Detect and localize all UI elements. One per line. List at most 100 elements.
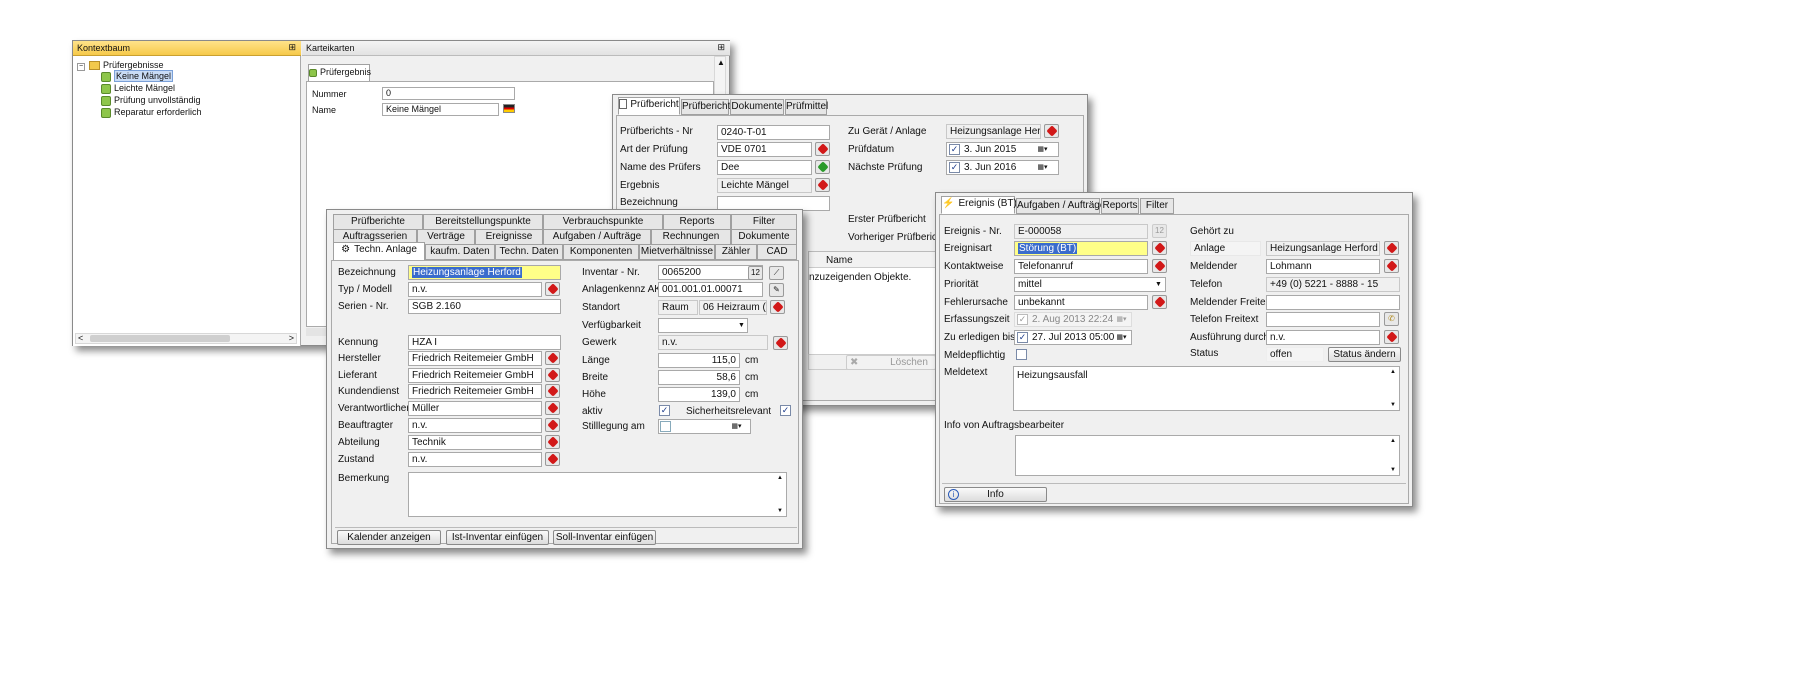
- info-textarea[interactable]: ▲ ▼: [1015, 435, 1400, 476]
- pruefberichts-nr-field[interactable]: 0240-T-01: [717, 125, 830, 140]
- tab-aufgaben-auftraege[interactable]: Aufgaben / Aufträge: [543, 229, 651, 245]
- link-icon[interactable]: [1152, 295, 1167, 309]
- link-icon[interactable]: [1044, 124, 1059, 138]
- ist-inventar-button[interactable]: Ist-Inventar einfügen: [446, 530, 549, 545]
- soll-inventar-button[interactable]: Soll-Inventar einfügen: [553, 530, 656, 545]
- scroll-up-icon[interactable]: ▲: [717, 58, 725, 67]
- serien-nr-field[interactable]: SGB 2.160: [408, 299, 561, 314]
- art-field[interactable]: VDE 0701: [717, 142, 812, 157]
- beauftragter-field[interactable]: n.v.: [408, 418, 542, 433]
- tab-pruefergebnis[interactable]: Prüfergebnis: [308, 64, 371, 82]
- tab-bereitstellungspunkte[interactable]: Bereitstellungspunkte: [423, 214, 543, 230]
- link-icon[interactable]: [773, 336, 788, 350]
- number-icon[interactable]: 12: [748, 266, 763, 280]
- telefon-field[interactable]: +49 (0) 5221 - 8888 - 15: [1266, 277, 1400, 292]
- lieferant-field[interactable]: Friedrich Reitemeier GmbH: [408, 368, 542, 383]
- meldender-field[interactable]: Lohmann: [1266, 259, 1380, 274]
- link-icon[interactable]: [545, 384, 560, 398]
- zu-erledigen-checkbox[interactable]: ✓: [1017, 332, 1028, 343]
- name-field[interactable]: Keine Mängel: [382, 103, 499, 116]
- chevron-down-icon[interactable]: ▼: [736, 319, 747, 332]
- pin-icon[interactable]: ⊞: [717, 42, 725, 53]
- edit-icon[interactable]: ✎: [769, 283, 784, 297]
- standort-field[interactable]: 06 Heizraum (Heiz: [699, 300, 767, 315]
- aktiv-checkbox[interactable]: ✓: [659, 405, 670, 416]
- tab-aufgaben-auftraege[interactable]: Aufgaben / Aufträge: [1016, 198, 1105, 214]
- link-icon[interactable]: [1384, 241, 1399, 255]
- status-aendern-button[interactable]: Status ändern: [1328, 347, 1401, 362]
- tree-collapse-icon[interactable]: −: [77, 63, 85, 71]
- laenge-field[interactable]: 115,0: [658, 353, 740, 368]
- tree-item[interactable]: Leichte Mängel: [101, 83, 175, 94]
- grid-column-name[interactable]: Name: [826, 255, 853, 266]
- link-icon[interactable]: [1152, 241, 1167, 255]
- gewerk-field[interactable]: n.v.: [658, 335, 768, 350]
- calendar-dropdown-icon[interactable]: ▦▾: [731, 420, 742, 433]
- tab-reports[interactable]: Reports: [1101, 198, 1139, 214]
- link-icon[interactable]: [545, 368, 560, 382]
- scroll-right-icon[interactable]: >: [289, 333, 294, 343]
- scroll-down-icon[interactable]: ▼: [1390, 402, 1396, 408]
- hoehe-field[interactable]: 139,0: [658, 387, 740, 402]
- tab-dokumente[interactable]: Dokumente: [731, 229, 797, 245]
- link-icon[interactable]: [545, 351, 560, 365]
- tab-komponenten[interactable]: Komponenten: [563, 244, 639, 260]
- stilllegung-checkbox[interactable]: [660, 421, 671, 432]
- kundendienst-field[interactable]: Friedrich Reitemeier GmbH: [408, 384, 542, 399]
- tab-techn-daten[interactable]: Techn. Daten: [495, 244, 563, 260]
- meldender-freitext-field[interactable]: [1266, 295, 1400, 310]
- tree-horizontal-scrollbar[interactable]: < >: [75, 333, 297, 344]
- tab-rechnungen[interactable]: Rechnungen: [651, 229, 731, 245]
- meldepflichtig-checkbox[interactable]: [1016, 349, 1027, 360]
- pruefer-field[interactable]: Dee: [717, 160, 812, 175]
- kalender-button[interactable]: Kalender anzeigen: [337, 530, 441, 545]
- tab-pruefmittel[interactable]: Prüfmittel: [785, 99, 828, 115]
- scroll-up-icon[interactable]: ▲: [777, 475, 783, 481]
- tab-mietverhaeltnisse[interactable]: Mietverhältnisse: [639, 244, 715, 260]
- tree-item[interactable]: Reparatur erforderlich: [101, 107, 202, 118]
- geraet-field[interactable]: Heizungsanlage Herford: [946, 124, 1041, 139]
- tree-item[interactable]: Keine Mängel: [101, 70, 174, 82]
- link-icon[interactable]: [545, 452, 560, 466]
- tab-reports[interactable]: Reports: [663, 214, 731, 230]
- zustand-field[interactable]: n.v.: [408, 452, 542, 467]
- sicherheitsrelevant-checkbox[interactable]: ✓: [780, 405, 791, 416]
- tab-zaehler[interactable]: Zähler: [715, 244, 757, 260]
- link-icon[interactable]: [1152, 259, 1167, 273]
- link-icon[interactable]: [545, 418, 560, 432]
- scroll-thumb[interactable]: [90, 335, 230, 342]
- calendar-dropdown-icon[interactable]: ▦▾: [1037, 143, 1048, 156]
- loeschen-button[interactable]: ✖ Löschen: [846, 355, 936, 370]
- tab-ereignisse[interactable]: Ereignisse: [475, 229, 543, 245]
- chart-icon[interactable]: ⟋: [769, 266, 784, 280]
- verfuegbarkeit-select[interactable]: [658, 318, 748, 333]
- pruefdatum-checkbox[interactable]: ✓: [949, 144, 960, 155]
- tab-pruefbericht[interactable]: Prüfbericht: [681, 99, 730, 115]
- link-icon[interactable]: [545, 435, 560, 449]
- tab-filter[interactable]: Filter: [1140, 198, 1174, 214]
- phone-icon[interactable]: ✆: [1384, 312, 1399, 326]
- erfassungszeit-checkbox[interactable]: ✓: [1017, 314, 1028, 325]
- ereignisart-field[interactable]: Störung (BT): [1014, 241, 1148, 256]
- erfassungszeit-field[interactable]: 2. Aug 2013 22:24: [1014, 312, 1132, 327]
- ausfuehrung-field[interactable]: n.v.: [1266, 330, 1380, 345]
- number-icon[interactable]: 12: [1152, 224, 1167, 238]
- bezeichnung-field[interactable]: Heizungsanlage Herford: [408, 265, 561, 280]
- tab-pruefberichte[interactable]: Prüfberichte: [333, 214, 423, 230]
- tab-filter[interactable]: Filter: [731, 214, 797, 230]
- link-icon[interactable]: [815, 178, 830, 192]
- pin-icon[interactable]: ⊞: [288, 42, 296, 53]
- link-icon[interactable]: [1384, 330, 1399, 344]
- chevron-down-icon[interactable]: ▼: [1153, 278, 1164, 291]
- tab-vertraege[interactable]: Verträge: [417, 229, 475, 245]
- anlage-field[interactable]: Heizungsanlage Herford: [1266, 241, 1380, 256]
- nummer-field[interactable]: 0: [382, 87, 515, 100]
- typ-modell-field[interactable]: n.v.: [408, 282, 542, 297]
- info-button[interactable]: i Info: [944, 487, 1047, 502]
- naechste-checkbox[interactable]: ✓: [949, 162, 960, 173]
- standort-type-field[interactable]: Raum: [658, 300, 698, 315]
- ergebnis-field[interactable]: Leichte Mängel: [717, 178, 812, 193]
- breite-field[interactable]: 58,6: [658, 370, 740, 385]
- tab-cad[interactable]: CAD: [757, 244, 797, 260]
- tab-pruefbericht-main[interactable]: Prüfbericht: [618, 97, 680, 115]
